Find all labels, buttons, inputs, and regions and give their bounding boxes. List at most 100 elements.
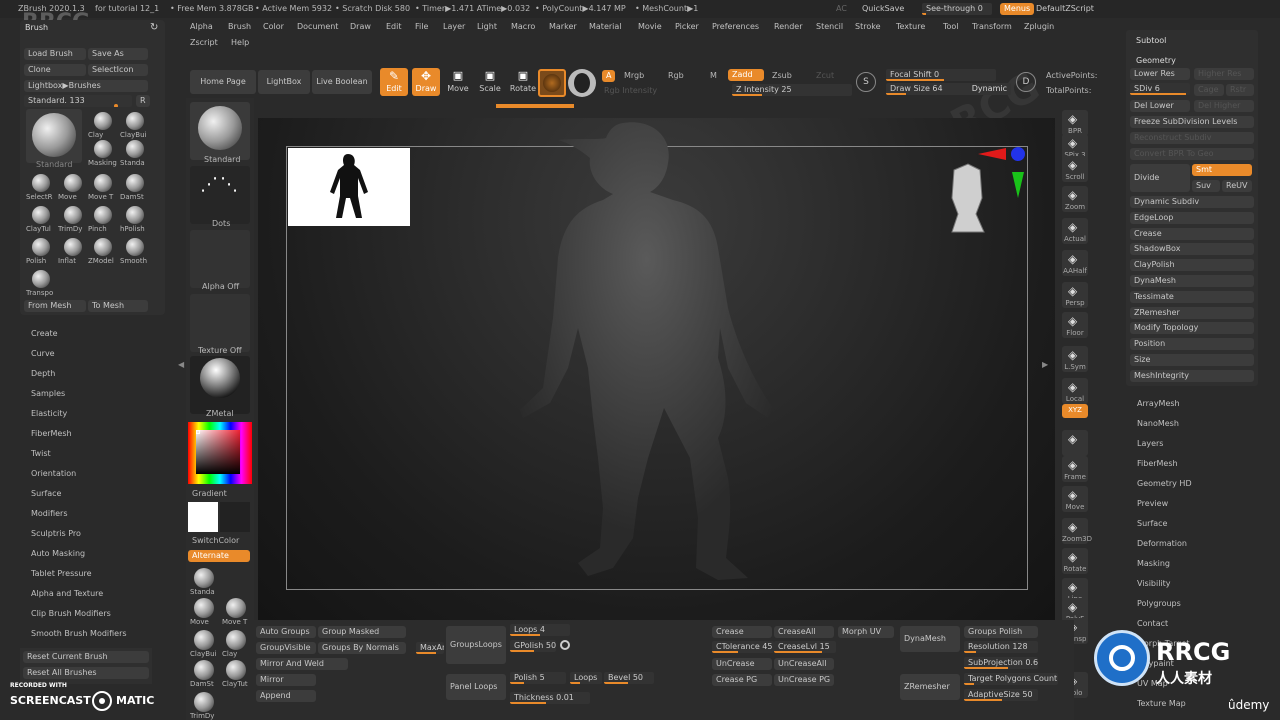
- smt-button[interactable]: Smt: [1192, 164, 1252, 176]
- sdiv-slider[interactable]: SDiv 6: [1130, 83, 1190, 95]
- brush-13-icon[interactable]: [64, 238, 82, 256]
- left-menu-fibermesh[interactable]: FiberMesh: [31, 429, 72, 438]
- menu-texture[interactable]: Texture: [896, 22, 925, 31]
- shelf-brush-4-icon[interactable]: [226, 630, 246, 650]
- freeze-subdivision-button[interactable]: Freeze SubDivision Levels: [1130, 116, 1254, 128]
- zsub-button[interactable]: Zsub: [772, 71, 792, 80]
- brush-3-icon[interactable]: [126, 140, 144, 158]
- tool-menu-masking[interactable]: Masking: [1137, 559, 1170, 568]
- geometry-meshintegrity[interactable]: MeshIntegrity: [1130, 369, 1254, 382]
- rstr-button[interactable]: Rstr: [1226, 84, 1254, 96]
- refresh-icon[interactable]: ↻: [150, 22, 158, 33]
- mirror-button[interactable]: Mirror: [256, 674, 316, 686]
- menu-stencil[interactable]: Stencil: [816, 22, 843, 31]
- menu-preferences[interactable]: Preferences: [712, 22, 759, 31]
- menu-stroke[interactable]: Stroke: [855, 22, 881, 31]
- default-zscript[interactable]: DefaultZScript: [1032, 3, 1098, 15]
- geometry-header[interactable]: Geometry: [1136, 56, 1176, 65]
- menu-picker[interactable]: Picker: [675, 22, 699, 31]
- reset-current-brush-button[interactable]: Reset Current Brush: [23, 651, 149, 663]
- left-menu-depth[interactable]: Depth: [31, 369, 55, 378]
- clone-button[interactable]: Clone: [24, 64, 86, 76]
- menu-color[interactable]: Color: [263, 22, 284, 31]
- left-menu-orientation[interactable]: Orientation: [31, 469, 76, 478]
- geometry-dynamic-subdiv[interactable]: Dynamic Subdiv: [1130, 196, 1254, 208]
- creaselvl-slider[interactable]: CreaseLvl 15: [774, 641, 836, 653]
- gpolish-toggle-icon[interactable]: [560, 640, 570, 650]
- left-menu-curve[interactable]: Curve: [31, 349, 55, 358]
- view-tool-11-icon[interactable]: ◈: [1062, 430, 1088, 456]
- goblin-model[interactable]: [428, 118, 848, 588]
- shelf-brush-6-icon[interactable]: [226, 660, 246, 680]
- r-button[interactable]: R: [136, 95, 150, 107]
- view-tool-6-icon[interactable]: ◈ Persp: [1062, 282, 1088, 308]
- brush-2-icon[interactable]: [94, 140, 112, 158]
- left-collapse-arrow[interactable]: ◀: [178, 360, 184, 369]
- rgb-button[interactable]: Rgb: [668, 71, 684, 80]
- tool-menu-preview[interactable]: Preview: [1137, 499, 1168, 508]
- adaptive-size-slider[interactable]: AdaptiveSize 50: [964, 689, 1038, 701]
- menu-zplugin[interactable]: Zplugin: [1024, 22, 1054, 31]
- color-picker[interactable]: [188, 422, 252, 484]
- left-menu-elasticity[interactable]: Elasticity: [31, 409, 67, 418]
- resolution-slider[interactable]: Resolution 128: [964, 641, 1038, 653]
- menu-zscript[interactable]: Zscript: [190, 38, 218, 47]
- zcut-button[interactable]: Zcut: [816, 71, 834, 80]
- menu-document[interactable]: Document: [297, 22, 338, 31]
- crease-button[interactable]: Crease: [712, 626, 772, 638]
- view-tool-7-icon[interactable]: ◈ Floor: [1062, 312, 1088, 338]
- color-sphere-icon[interactable]: [568, 69, 596, 97]
- brush-6-icon[interactable]: [94, 174, 112, 192]
- left-menu-surface[interactable]: Surface: [31, 489, 61, 498]
- load-brush-button[interactable]: Load Brush: [24, 48, 86, 60]
- left-menu-sculptris-pro[interactable]: Sculptris Pro: [31, 529, 81, 538]
- groups-by-normals-button[interactable]: Groups By Normals: [318, 642, 406, 654]
- alpha-shelf[interactable]: [190, 230, 250, 288]
- right-collapse-arrow[interactable]: ▶: [1042, 360, 1048, 369]
- view-tool-12-icon[interactable]: ◈ Frame: [1062, 456, 1088, 482]
- menu-draw[interactable]: Draw: [350, 22, 371, 31]
- view-tool-15-icon[interactable]: ◈ Rotate: [1062, 548, 1088, 574]
- material-shelf[interactable]: [190, 356, 250, 414]
- tool-menu-layers[interactable]: Layers: [1137, 439, 1163, 448]
- menu-help[interactable]: Help: [231, 38, 249, 47]
- groups-polish-button[interactable]: Groups Polish: [964, 626, 1038, 638]
- left-menu-create[interactable]: Create: [31, 329, 58, 338]
- brush-15-icon[interactable]: [126, 238, 144, 256]
- ctolerance-slider[interactable]: CTolerance 45: [712, 641, 774, 653]
- crease-pg-button[interactable]: Crease PG: [712, 674, 772, 686]
- uncreaseall-button[interactable]: UnCreaseAll: [774, 658, 834, 670]
- view-tool-13-icon[interactable]: ◈ Move: [1062, 486, 1088, 512]
- menu-render[interactable]: Render: [774, 22, 802, 31]
- current-brush-thumbnail[interactable]: [26, 109, 82, 163]
- select-icon-button[interactable]: SelectIcon: [88, 64, 148, 76]
- secondary-color-swatch[interactable]: [220, 502, 250, 532]
- divide-button[interactable]: Divide: [1130, 164, 1190, 192]
- cage-button[interactable]: Cage: [1194, 84, 1224, 96]
- lightbox-button[interactable]: LightBox: [258, 70, 310, 94]
- draw-button[interactable]: ✥ Draw: [412, 68, 440, 96]
- higher-res-button[interactable]: Higher Res: [1194, 68, 1254, 80]
- shelf-brush-1-icon[interactable]: [194, 598, 214, 618]
- geometry-crease[interactable]: Crease: [1130, 227, 1254, 240]
- brush-4-icon[interactable]: [32, 174, 50, 192]
- geometry-edgeloop[interactable]: EdgeLoop: [1130, 211, 1254, 224]
- loops-top-slider[interactable]: Loops 4: [510, 624, 570, 636]
- menu-movie[interactable]: Movie: [638, 22, 662, 31]
- uncrease-pg-button[interactable]: UnCrease PG: [774, 674, 834, 686]
- view-tool-14-icon[interactable]: ◈ Zoom3D: [1062, 518, 1092, 544]
- brush-10-icon[interactable]: [94, 206, 112, 224]
- tool-menu-contact[interactable]: Contact: [1137, 619, 1168, 628]
- menu-macro[interactable]: Macro: [511, 22, 535, 31]
- view-tool-2-icon[interactable]: ◈ Scroll: [1062, 156, 1088, 182]
- to-mesh-button[interactable]: To Mesh: [88, 300, 148, 312]
- view-tool-4-icon[interactable]: ◈ Actual: [1062, 218, 1088, 244]
- menu-alpha[interactable]: Alpha: [190, 22, 213, 31]
- geometry-dynamesh[interactable]: DynaMesh: [1130, 275, 1254, 287]
- brush-11-icon[interactable]: [126, 206, 144, 224]
- reuv-button[interactable]: ReUV: [1222, 180, 1252, 192]
- shelf-brush-0-icon[interactable]: [194, 568, 214, 588]
- brush-1-icon[interactable]: [126, 112, 144, 130]
- save-as-button[interactable]: Save As: [88, 48, 148, 60]
- brush-16-icon[interactable]: [32, 270, 50, 288]
